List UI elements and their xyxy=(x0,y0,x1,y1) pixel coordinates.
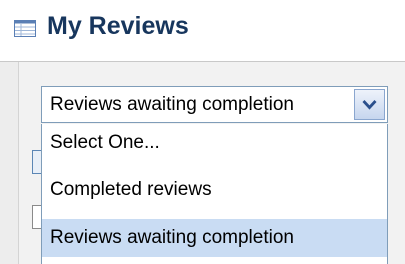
option-completed-reviews[interactable]: Completed reviews xyxy=(42,171,387,209)
select-current-value: Reviews awaiting completion xyxy=(50,94,294,115)
option-select-one[interactable]: Select One... xyxy=(42,124,387,162)
review-filter-select[interactable]: Reviews awaiting completion xyxy=(41,86,388,123)
panel-left-edge xyxy=(0,62,19,264)
chevron-down-icon xyxy=(362,100,377,110)
page-title: My Reviews xyxy=(47,12,189,40)
panel-header: My Reviews xyxy=(0,0,405,62)
list-table-icon xyxy=(14,20,36,37)
dropdown-toggle-button[interactable] xyxy=(354,89,385,120)
option-reviews-awaiting-completion[interactable]: Reviews awaiting completion xyxy=(42,219,387,257)
review-filter-options: Select One... Completed reviews Reviews … xyxy=(41,124,388,264)
